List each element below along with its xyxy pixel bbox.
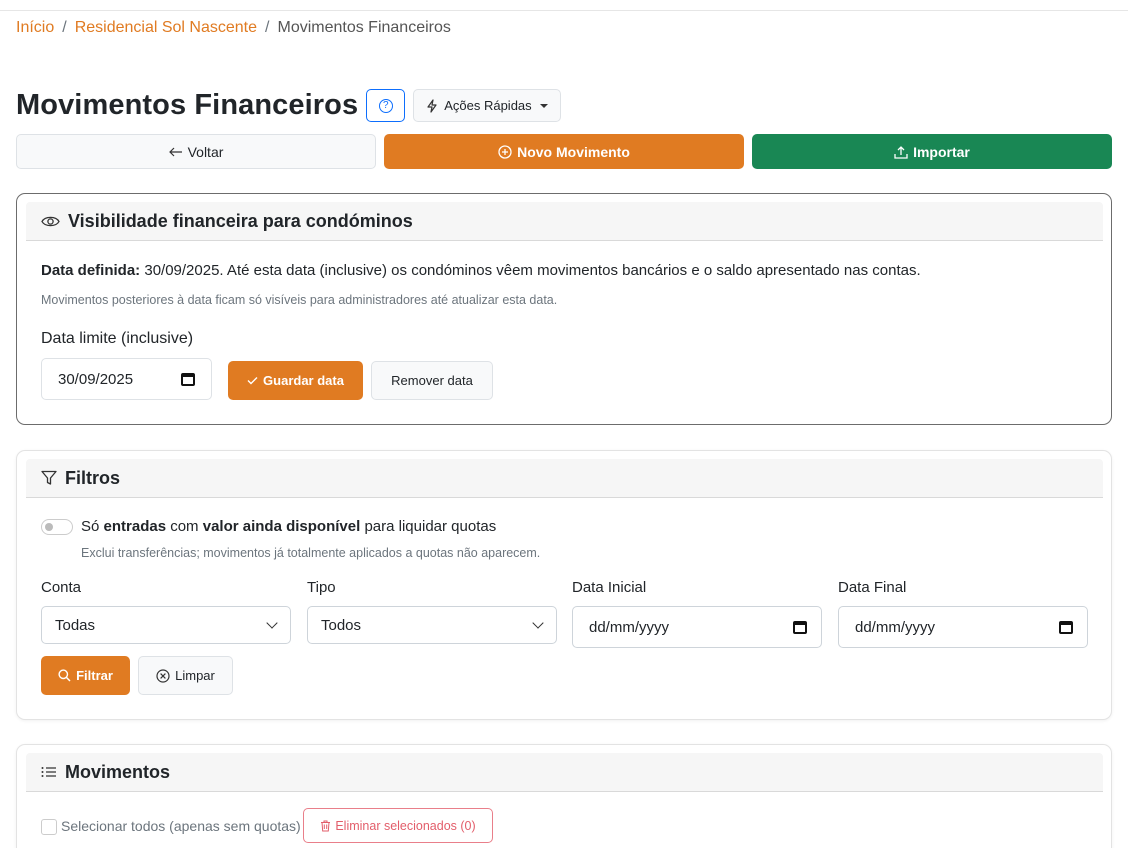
visibility-card-title: Visibilidade financeira para condóminos bbox=[68, 210, 413, 231]
filters-card-title: Filtros bbox=[65, 467, 121, 488]
visibility-card: Visibilidade financeira para condóminos … bbox=[16, 193, 1112, 425]
upload-icon bbox=[894, 145, 908, 159]
toggle-text-entries: entradas bbox=[103, 518, 167, 535]
title-row: Movimentos Financeiros ? Ações Rápidas bbox=[16, 89, 561, 122]
breadcrumb-building-link[interactable]: Residencial Sol Nascente bbox=[75, 19, 257, 37]
trash-icon bbox=[321, 820, 331, 831]
check-icon bbox=[247, 377, 258, 385]
account-value: Todas bbox=[55, 616, 96, 634]
end-date-field: Data Final dd/mm/yyyy bbox=[838, 579, 1088, 648]
save-date-label: Guardar data bbox=[263, 373, 344, 388]
filter-button[interactable]: Filtrar bbox=[41, 656, 130, 695]
toggle-text-suffix: para liquidar quotas bbox=[360, 518, 497, 535]
toggle-text-prefix: Só bbox=[81, 518, 104, 535]
chevron-down-icon bbox=[532, 617, 544, 629]
caret-down-icon bbox=[539, 103, 548, 108]
account-select[interactable]: Todas bbox=[41, 606, 291, 644]
funnel-icon bbox=[41, 470, 57, 485]
x-circle-icon bbox=[156, 668, 170, 683]
available-income-toggle-label: Só entradas com valor ainda disponível p… bbox=[81, 518, 496, 535]
visibility-defined-text: Data definida: 30/09/2025. Até esta data… bbox=[41, 262, 921, 279]
search-icon bbox=[58, 669, 71, 682]
type-value: Todos bbox=[321, 616, 362, 634]
save-date-button[interactable]: Guardar data bbox=[228, 361, 363, 400]
calendar-icon[interactable] bbox=[1059, 620, 1073, 634]
type-label: Tipo bbox=[307, 579, 336, 596]
action-row: Voltar Novo Movimento Importar bbox=[16, 134, 1112, 169]
back-label: Voltar bbox=[187, 143, 224, 160]
visibility-card-header: Visibilidade financeira para condóminos bbox=[26, 202, 1103, 241]
breadcrumb-separator: / bbox=[62, 19, 67, 36]
visibility-defined-body: 30/09/2025. Até esta data (inclusive) os… bbox=[140, 262, 921, 279]
visibility-defined-label: Data definida: bbox=[41, 262, 141, 279]
start-date-field: Data Inicial dd/mm/yyyy bbox=[572, 579, 822, 648]
start-date-input[interactable]: dd/mm/yyyy bbox=[572, 606, 822, 648]
toggle-text-available: valor ainda disponível bbox=[202, 518, 361, 535]
question-circle-icon: ? bbox=[378, 98, 393, 113]
back-button[interactable]: Voltar bbox=[16, 134, 376, 169]
date-limit-label: Data limite (inclusive) bbox=[41, 330, 194, 347]
calendar-icon[interactable] bbox=[793, 620, 807, 634]
new-movement-label: Novo Movimento bbox=[517, 143, 630, 160]
available-income-hint: Exclui transferências; movimentos já tot… bbox=[81, 546, 541, 560]
visibility-note: Movimentos posteriores à data ficam só v… bbox=[41, 293, 558, 307]
page-title: Movimentos Financeiros bbox=[16, 89, 359, 121]
new-movement-button[interactable]: Novo Movimento bbox=[384, 134, 744, 169]
type-select[interactable]: Todos bbox=[307, 606, 557, 644]
breadcrumb: Início / Residencial Sol Nascente / Movi… bbox=[16, 19, 451, 37]
date-limit-value: 30/09/2025 bbox=[58, 370, 134, 388]
lightning-icon bbox=[427, 98, 437, 113]
type-field: Tipo Todos bbox=[307, 579, 557, 644]
movements-card-title: Movimentos bbox=[65, 761, 171, 782]
filters-card: Filtros Só entradas com valor ainda disp… bbox=[16, 450, 1112, 720]
account-label: Conta bbox=[41, 579, 82, 596]
date-limit-input[interactable]: 30/09/2025 bbox=[41, 358, 212, 400]
quick-actions-label: Ações Rápidas bbox=[444, 98, 532, 113]
start-date-placeholder: dd/mm/yyyy bbox=[589, 618, 670, 636]
top-border bbox=[0, 0, 1128, 11]
arrow-left-icon bbox=[168, 147, 182, 156]
filter-label: Filtrar bbox=[76, 668, 113, 683]
breadcrumb-home-link[interactable]: Início bbox=[16, 19, 54, 37]
select-all-label[interactable]: Selecionar todos (apenas sem quotas) bbox=[61, 818, 301, 834]
end-date-input[interactable]: dd/mm/yyyy bbox=[838, 606, 1088, 648]
clear-label: Limpar bbox=[175, 668, 215, 683]
chevron-down-icon bbox=[266, 617, 278, 629]
start-date-label: Data Inicial bbox=[572, 579, 647, 596]
select-all-checkbox[interactable] bbox=[41, 819, 57, 835]
list-icon bbox=[41, 767, 56, 777]
quick-actions-dropdown[interactable]: Ações Rápidas bbox=[413, 89, 561, 122]
clear-button[interactable]: Limpar bbox=[138, 656, 233, 695]
breadcrumb-current: Movimentos Financeiros bbox=[277, 19, 451, 36]
plus-circle-icon bbox=[498, 144, 512, 159]
calendar-icon[interactable] bbox=[181, 372, 195, 386]
import-button[interactable]: Importar bbox=[752, 134, 1112, 169]
delete-selected-label: Eliminar selecionados (0) bbox=[335, 818, 476, 833]
movements-card: Movimentos Selecionar todos (apenas sem … bbox=[16, 744, 1112, 848]
import-label: Importar bbox=[913, 143, 970, 160]
remove-date-button[interactable]: Remover data bbox=[371, 361, 493, 400]
end-date-label: Data Final bbox=[838, 579, 907, 596]
available-income-toggle[interactable] bbox=[41, 519, 73, 535]
movements-card-header: Movimentos bbox=[26, 753, 1103, 792]
breadcrumb-separator: / bbox=[265, 19, 270, 36]
eye-icon bbox=[41, 216, 60, 226]
filters-card-header: Filtros bbox=[26, 459, 1103, 498]
remove-date-label: Remover data bbox=[391, 373, 473, 388]
help-button[interactable]: ? bbox=[366, 89, 406, 122]
delete-selected-button[interactable]: Eliminar selecionados (0) bbox=[303, 808, 493, 843]
account-field: Conta Todas bbox=[41, 579, 291, 644]
toggle-text-mid: com bbox=[166, 518, 203, 535]
end-date-placeholder: dd/mm/yyyy bbox=[855, 618, 936, 636]
